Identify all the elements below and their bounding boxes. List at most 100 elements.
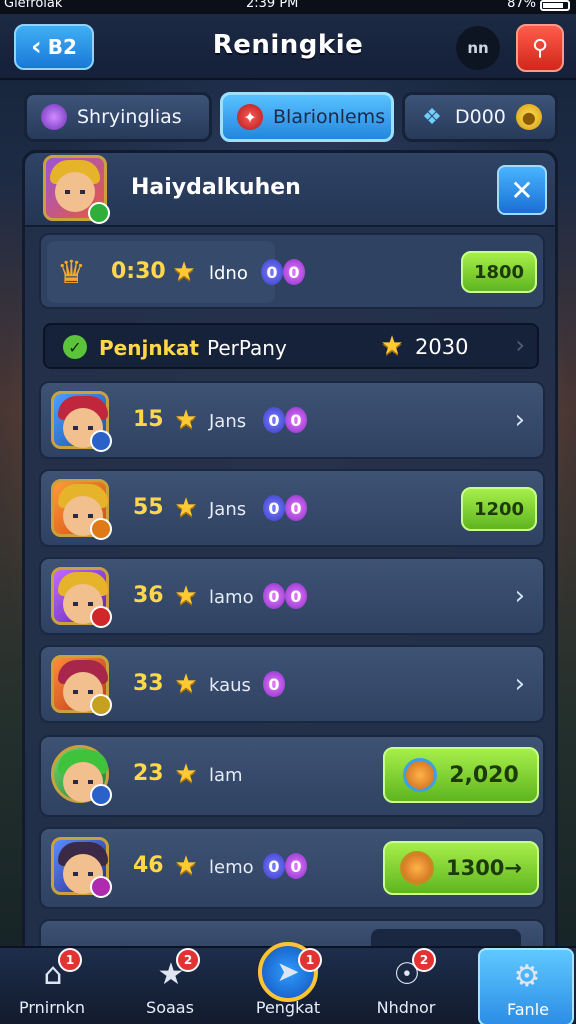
gem-icon: 0: [263, 495, 285, 521]
back-label: B2: [47, 35, 77, 59]
panel-header: Haiydalkuhen ✕: [25, 153, 555, 227]
coin-icon: [403, 758, 438, 792]
ranking-row[interactable]: 46 ★ lemo 0 0 1300→: [39, 827, 545, 909]
gem-icon: 0: [263, 853, 285, 879]
rank-value: 36: [133, 583, 164, 608]
coin-icon: [399, 851, 434, 885]
star-icon: ★: [174, 851, 198, 881]
notification-badge: 1: [298, 948, 322, 972]
rank-progress-bar[interactable]: ✓ Penjnkat PerPany ★ 2030 ›: [43, 323, 539, 369]
chevron-right-icon: ›: [514, 581, 525, 611]
notification-badge: 1: [58, 948, 82, 972]
nav-item-nhdnor[interactable]: ☉ 2 Nhdnor: [354, 948, 458, 1024]
bottom-nav: ⌂ 1 Prnirnkn ★ 2 Soaas ➤ 1 Pengkat ☉ 2 N…: [0, 942, 576, 1024]
tab-label: D000: [455, 106, 506, 128]
row-label: lemo: [209, 857, 254, 878]
ranking-row[interactable]: 33 ★ kaus 0 ›: [39, 645, 545, 723]
notification-badge: 2: [412, 948, 436, 972]
nav-label: Soaas: [146, 998, 194, 1017]
nav-label: Fanle: [507, 1000, 549, 1019]
star-icon: ★: [172, 257, 196, 287]
chevron-left-icon: ‹: [31, 32, 42, 62]
nav-label: Prnirnkn: [18, 998, 86, 1017]
tab-shryinglias[interactable]: Shryinglias: [24, 92, 212, 142]
progress-value: 2030: [415, 335, 469, 359]
nav-item-pengkat[interactable]: ➤ 1 Pengkat: [236, 942, 340, 1024]
player-avatar: [51, 567, 112, 628]
ranking-row[interactable]: 15 ★ Jans 0 0 ›: [39, 381, 545, 459]
orb-icon: [41, 104, 67, 130]
player-summary-row: ♛ 0:30 ★ ldno 0 0 1800: [39, 233, 545, 309]
star-icon: ★: [380, 331, 404, 361]
tab-blarionlems[interactable]: ✦ Blarionlems: [220, 92, 394, 142]
progress-label-a: Penjnkat: [99, 336, 199, 360]
player-name: Haiydalkuhen: [131, 175, 301, 200]
level-badge: [90, 784, 112, 806]
top-bar: ‹ B2 Reningkie nn ⚲: [0, 14, 576, 80]
player-avatar[interactable]: [43, 155, 110, 224]
player-avatar: [51, 655, 112, 716]
claim-button-label: 1800: [473, 261, 525, 283]
gem-pair: 0 0: [263, 853, 307, 879]
gem-icon: 0: [263, 583, 285, 609]
clock: 2:39 PM: [246, 0, 299, 11]
star-icon: ★: [174, 405, 198, 435]
row-label: lamo: [209, 587, 254, 608]
reward-button[interactable]: 2,020: [383, 747, 539, 803]
reward-button-label: 2,020: [449, 762, 519, 788]
crown-icon: ♛: [57, 253, 86, 291]
ranking-row[interactable]: 23 ★ lam 2,020: [39, 735, 545, 817]
gem-icon: 0: [285, 407, 307, 433]
claim-button[interactable]: 1800: [461, 251, 537, 293]
gem-pair: 0 0: [263, 495, 307, 521]
reward-button-label: 1200: [473, 498, 525, 520]
crystal-icon: ❖: [422, 104, 442, 130]
nav-item-fanle[interactable]: ⚙ Fanle: [478, 948, 574, 1024]
reward-button[interactable]: 1300→: [383, 841, 539, 895]
menu-button[interactable]: nn: [456, 26, 500, 70]
star-icon: ★: [174, 493, 198, 523]
gem-icon: 0: [263, 671, 285, 697]
close-button[interactable]: ✕: [497, 165, 547, 215]
ranking-row[interactable]: 55 ★ Jans 0 0 1200: [39, 469, 545, 547]
player-avatar: [51, 391, 112, 452]
gem-icon: 0: [285, 495, 307, 521]
ranking-panel: Haiydalkuhen ✕ ♛ 0:30 ★ ldno 0 0 1800 ✓ …: [22, 150, 558, 1024]
nav-label: Nhdnor: [376, 998, 436, 1017]
close-icon: ✕: [510, 173, 534, 207]
tab-label: Shryinglias: [77, 106, 182, 128]
tab-d000[interactable]: ❖ D000 ●: [402, 92, 558, 142]
rank-value: 55: [133, 495, 164, 520]
tab-label: Blarionlems: [273, 106, 386, 128]
nav-item-soaas[interactable]: ★ 2 Soaas: [118, 948, 222, 1024]
level-badge: [90, 606, 112, 628]
star-icon: ★: [174, 581, 198, 611]
gem-icon: 0: [285, 583, 307, 609]
player-avatar: [51, 479, 112, 540]
rank-value: 33: [133, 671, 164, 696]
reward-button[interactable]: 1200: [461, 487, 537, 531]
gem-icon: 0: [283, 259, 305, 285]
battery-icon: [540, 0, 570, 11]
ranking-row[interactable]: 36 ★ lamo 0 0 ›: [39, 557, 545, 635]
chevron-right-icon: ›: [515, 331, 525, 359]
back-button[interactable]: ‹ B2: [14, 24, 94, 70]
gem-icon: 0: [285, 853, 307, 879]
row-label: lam: [209, 765, 243, 786]
row-label: Jans: [209, 411, 247, 432]
rank-value: 23: [133, 761, 164, 786]
rank-value: 46: [133, 853, 164, 878]
reward-button-label: 1300→: [445, 856, 523, 880]
star-icon: ★: [174, 759, 198, 789]
menu-label: nn: [467, 39, 489, 57]
level-badge: [88, 202, 110, 224]
carrier-text: Glefrolak: [4, 0, 63, 11]
chevron-right-icon: ›: [514, 405, 525, 435]
rank-value: 15: [133, 407, 164, 432]
level-badge: [90, 694, 112, 716]
row-label: kaus: [209, 675, 251, 696]
nav-item-home[interactable]: ⌂ 1 Prnirnkn: [0, 948, 104, 1024]
search-button[interactable]: ⚲: [516, 24, 564, 72]
row-label: Jans: [209, 499, 247, 520]
search-icon: ⚲: [531, 35, 549, 61]
